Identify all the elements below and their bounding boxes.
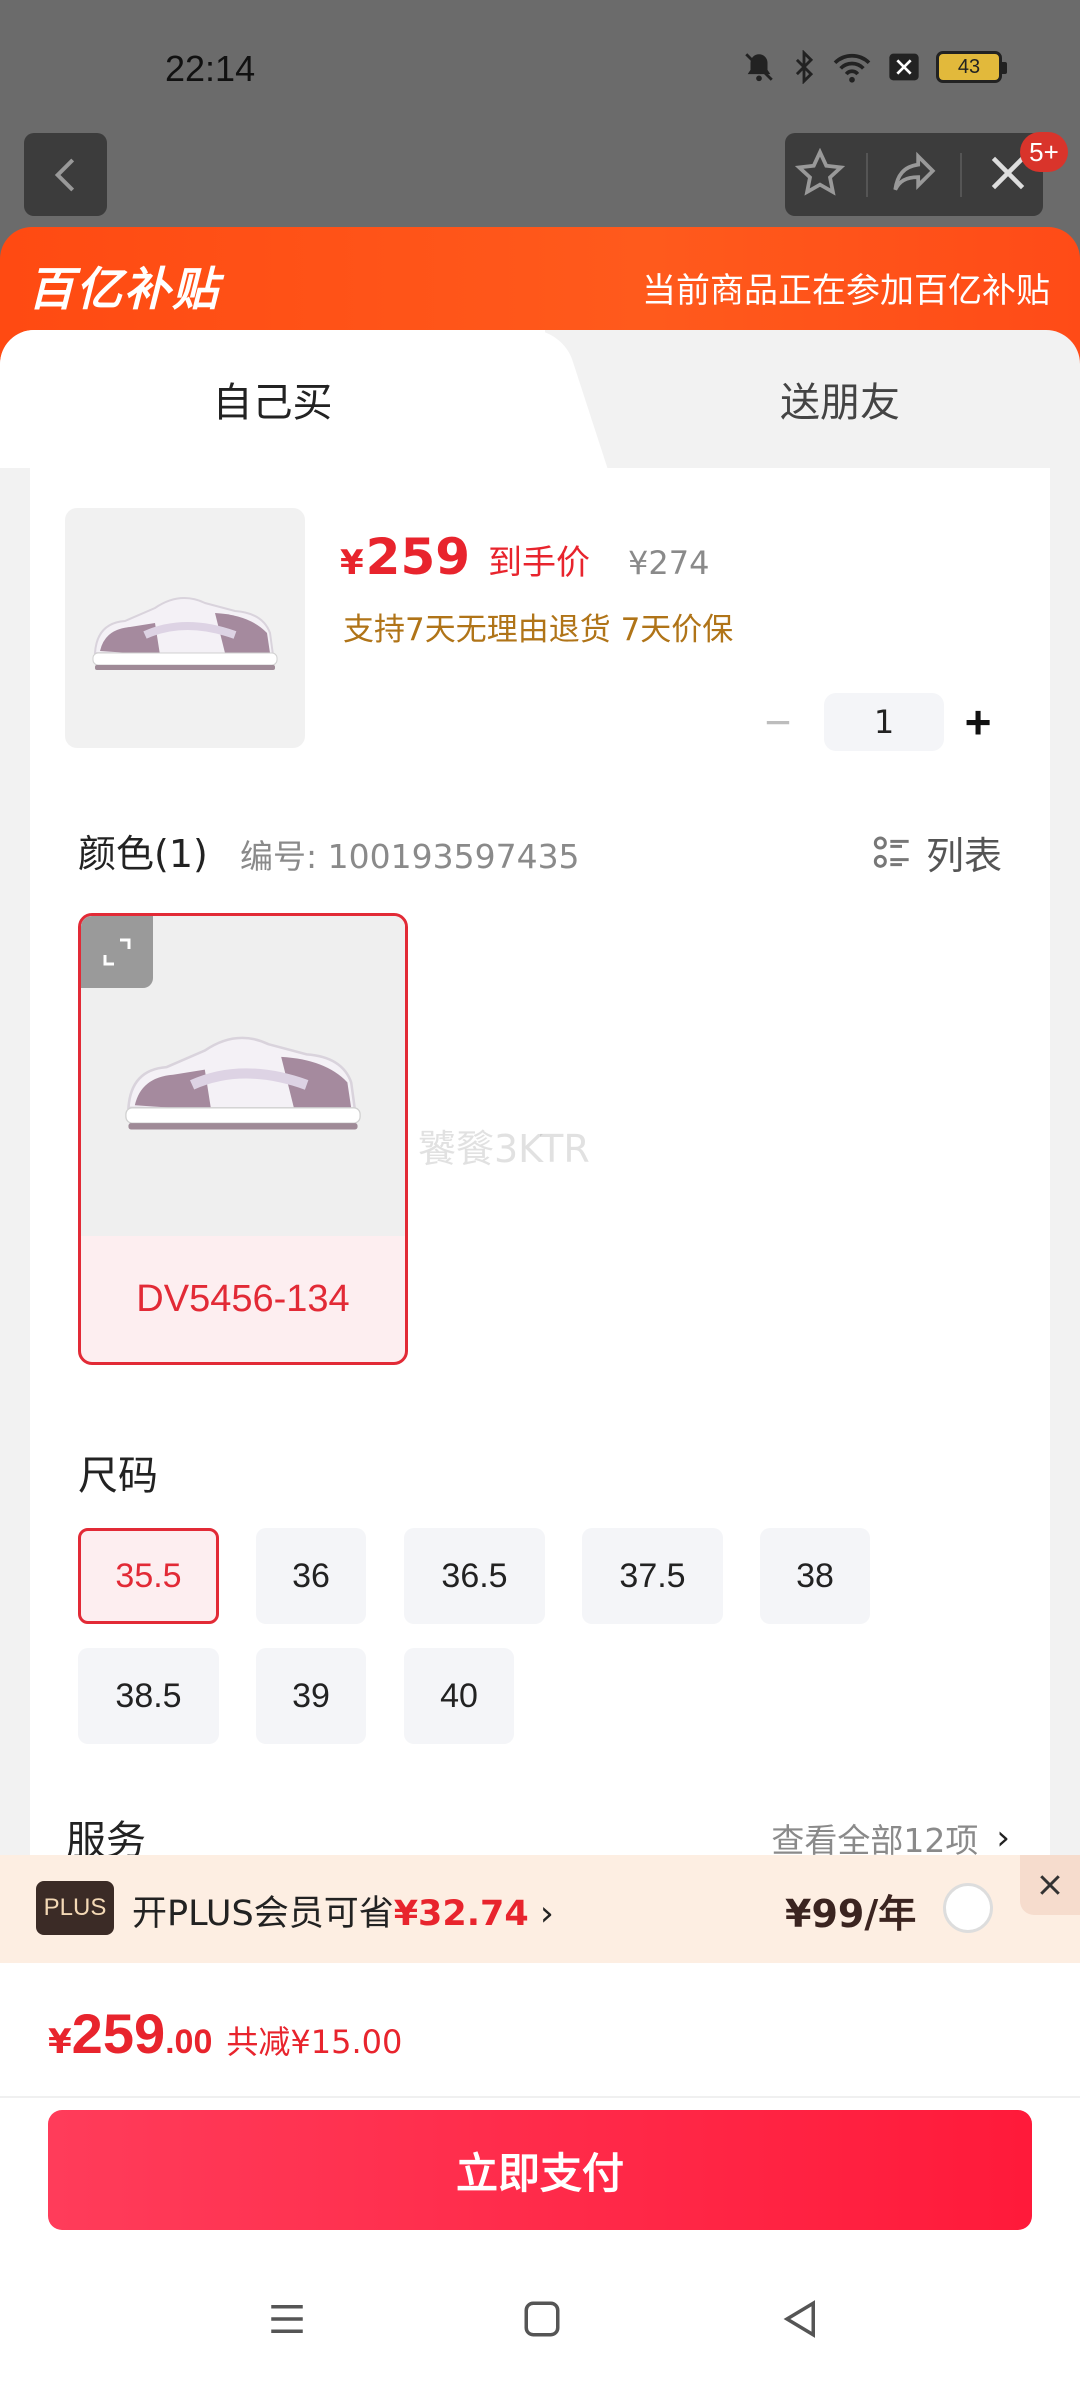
nav-actions bbox=[785, 133, 1043, 216]
chevron-right-icon: › bbox=[996, 1818, 1010, 1858]
triangle-back-icon bbox=[783, 2300, 815, 2338]
total-discount: 共减¥15.00 bbox=[226, 2023, 403, 2061]
favorite-button[interactable] bbox=[795, 147, 846, 202]
size-option[interactable]: 36.5 bbox=[404, 1528, 545, 1624]
footer: 立即支付 bbox=[0, 2098, 1080, 2400]
home-icon bbox=[524, 2301, 560, 2337]
original-price: ¥274 bbox=[628, 544, 710, 582]
share-button[interactable] bbox=[889, 148, 939, 202]
wifi-icon bbox=[832, 50, 872, 84]
size-option[interactable]: 35.5 bbox=[78, 1528, 219, 1624]
plus-membership-bar[interactable]: PLUS 开PLUS会员可省¥32.74 › ¥99/年 bbox=[0, 1855, 1080, 1963]
home-button[interactable] bbox=[521, 2298, 563, 2344]
size-section-title: 尺码 bbox=[78, 1453, 158, 1499]
divider bbox=[959, 152, 962, 197]
system-nav-bar bbox=[0, 2298, 1080, 2378]
size-option[interactable]: 38 bbox=[760, 1528, 870, 1624]
price-currency: ¥ bbox=[340, 543, 364, 583]
share-icon bbox=[893, 151, 936, 191]
back-button[interactable] bbox=[24, 133, 107, 216]
tab-bar: 自己买 送朋友 bbox=[0, 330, 1080, 468]
list-view-toggle[interactable]: 列表 bbox=[872, 825, 1002, 880]
list-label: 列表 bbox=[925, 834, 1002, 878]
pay-now-button[interactable]: 立即支付 bbox=[48, 2110, 1032, 2230]
return-policy: 支持7天无理由退货 7天价保 bbox=[343, 612, 734, 648]
tab-send-friend[interactable]: 送朋友 bbox=[600, 330, 1080, 468]
close-icon bbox=[1040, 1875, 1060, 1895]
plus-price: ¥99/年 bbox=[785, 1892, 917, 1936]
size-option[interactable]: 38.5 bbox=[78, 1648, 219, 1744]
color-option-label: DV5456-134 bbox=[136, 1277, 350, 1320]
total-price: ¥ 259 .00 共减¥15.00 bbox=[48, 2001, 402, 2066]
list-icon bbox=[873, 836, 909, 868]
product-thumbnail[interactable] bbox=[65, 508, 305, 748]
notification-badge: 5+ bbox=[1020, 132, 1068, 172]
decrease-button[interactable]: − bbox=[750, 694, 806, 750]
size-option[interactable]: 37.5 bbox=[582, 1528, 723, 1624]
tab-label: 自己买 bbox=[212, 380, 333, 426]
back-nav-button[interactable] bbox=[780, 2298, 822, 2344]
order-summary: ¥ 259 .00 共减¥15.00 bbox=[0, 1963, 1080, 2098]
total-integer: 259 bbox=[71, 2002, 166, 2065]
purchase-sheet: 自己买 送朋友 ¥ 259 到手价 ¥274 支持7天无理由退货 7天价保 − bbox=[0, 330, 1080, 1960]
subsidy-logo: 百亿补贴 bbox=[28, 262, 220, 316]
subsidy-note: 当前商品正在参加百亿补贴 bbox=[642, 271, 1050, 311]
quantity-stepper: − 1 + bbox=[750, 693, 1006, 751]
battery-icon: 43 bbox=[936, 51, 1007, 83]
sneaker-image bbox=[92, 597, 278, 670]
size-option[interactable]: 40 bbox=[404, 1648, 514, 1744]
increase-button[interactable]: + bbox=[950, 694, 1006, 750]
status-icons: 43 bbox=[742, 50, 1007, 84]
tab-label: 送朋友 bbox=[780, 380, 900, 426]
quantity-input[interactable]: 1 bbox=[824, 693, 944, 751]
chevron-left-icon bbox=[54, 158, 74, 191]
mute-icon bbox=[742, 50, 776, 84]
menu-icon bbox=[271, 2305, 303, 2333]
status-bar: 22:14 43 bbox=[0, 0, 1080, 130]
sim-icon bbox=[888, 52, 920, 82]
size-option[interactable]: 39 bbox=[256, 1648, 366, 1744]
status-time: 22:14 bbox=[165, 48, 256, 89]
plus-saving: ¥32.74 bbox=[393, 1894, 529, 1934]
plus-close-button[interactable] bbox=[1020, 1855, 1080, 1915]
total-currency: ¥ bbox=[48, 2022, 72, 2062]
expand-icon bbox=[103, 938, 131, 966]
product-code: 编号: 100193597435 bbox=[240, 837, 580, 876]
plus-offer-text: 开PLUS会员可省¥32.74 › bbox=[132, 1885, 554, 1936]
plus-select-radio[interactable] bbox=[943, 1883, 993, 1933]
plus-offer-label: 开PLUS会员可省 bbox=[132, 1894, 394, 1934]
divider bbox=[866, 152, 869, 197]
size-option[interactable]: 36 bbox=[256, 1528, 366, 1624]
menu-button[interactable] bbox=[266, 2298, 308, 2344]
final-price: 259 bbox=[365, 528, 471, 586]
tab-buy-self[interactable]: 自己买 bbox=[0, 330, 545, 468]
bluetooth-icon bbox=[792, 50, 816, 84]
price-row: ¥ 259 到手价 ¥274 bbox=[340, 528, 709, 586]
color-section-title: 颜色(1) bbox=[78, 832, 208, 876]
price-label: 到手价 bbox=[488, 543, 591, 583]
sneaker-image bbox=[125, 1036, 361, 1130]
total-decimal: .00 bbox=[165, 2023, 213, 2061]
product-card: ¥ 259 到手价 ¥274 支持7天无理由退货 7天价保 − 1 + 颜色(1… bbox=[30, 468, 1050, 1960]
watermark: 饕餮3KTR bbox=[418, 1127, 590, 1171]
plus-badge: PLUS bbox=[36, 1881, 114, 1935]
star-icon bbox=[795, 147, 846, 196]
color-option[interactable]: DV5456-134 bbox=[78, 913, 408, 1365]
chevron-right-icon: › bbox=[539, 1894, 554, 1934]
expand-image-button[interactable] bbox=[81, 916, 153, 988]
